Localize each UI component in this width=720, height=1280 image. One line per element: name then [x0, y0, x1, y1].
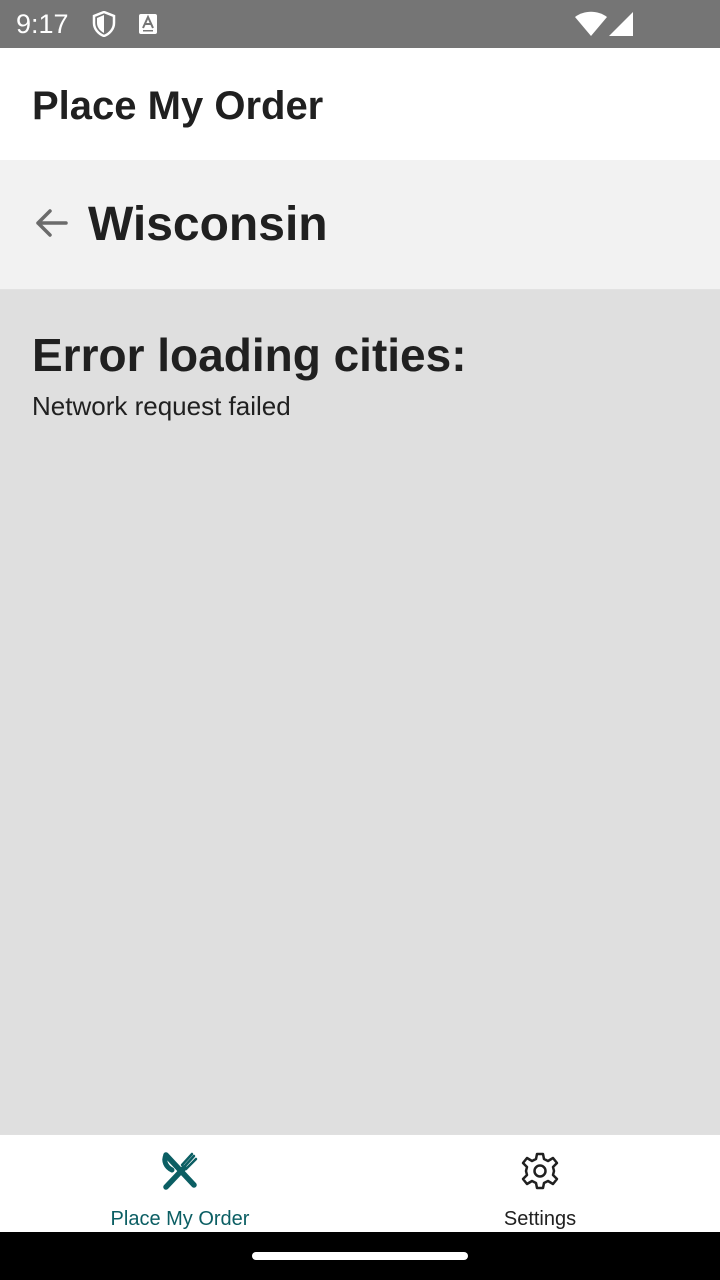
- status-time: 9:17: [16, 9, 69, 39]
- page-title: Wisconsin: [88, 198, 328, 251]
- shield-icon: [92, 10, 116, 42]
- fork-knife-icon: [160, 1151, 200, 1191]
- signal-icon: [608, 11, 634, 42]
- tab-label: Place My Order: [110, 1208, 250, 1230]
- bottom-nav: Place My Order Settings: [0, 1134, 720, 1232]
- app-header: Place My Order: [0, 48, 720, 160]
- app-title: Place My Order: [32, 84, 324, 128]
- font-a-icon: [138, 13, 158, 40]
- error-message: Network request failed: [32, 391, 291, 421]
- tab-label: Settings: [503, 1208, 577, 1230]
- back-button[interactable]: [26, 200, 76, 250]
- system-nav-bar: [0, 1232, 720, 1280]
- status-bar: 9:17: [0, 0, 720, 48]
- error-heading: Error loading cities:: [32, 329, 467, 381]
- gear-icon: [520, 1151, 560, 1191]
- page-header: Wisconsin: [0, 160, 720, 290]
- tab-place-my-order[interactable]: Place My Order: [0, 1135, 360, 1233]
- home-handle[interactable]: [252, 1252, 468, 1260]
- main-content: Error loading cities: Network request fa…: [0, 290, 720, 1134]
- wifi-icon: [574, 11, 608, 42]
- arrow-left-icon: [34, 208, 68, 243]
- tab-settings[interactable]: Settings: [360, 1135, 720, 1233]
